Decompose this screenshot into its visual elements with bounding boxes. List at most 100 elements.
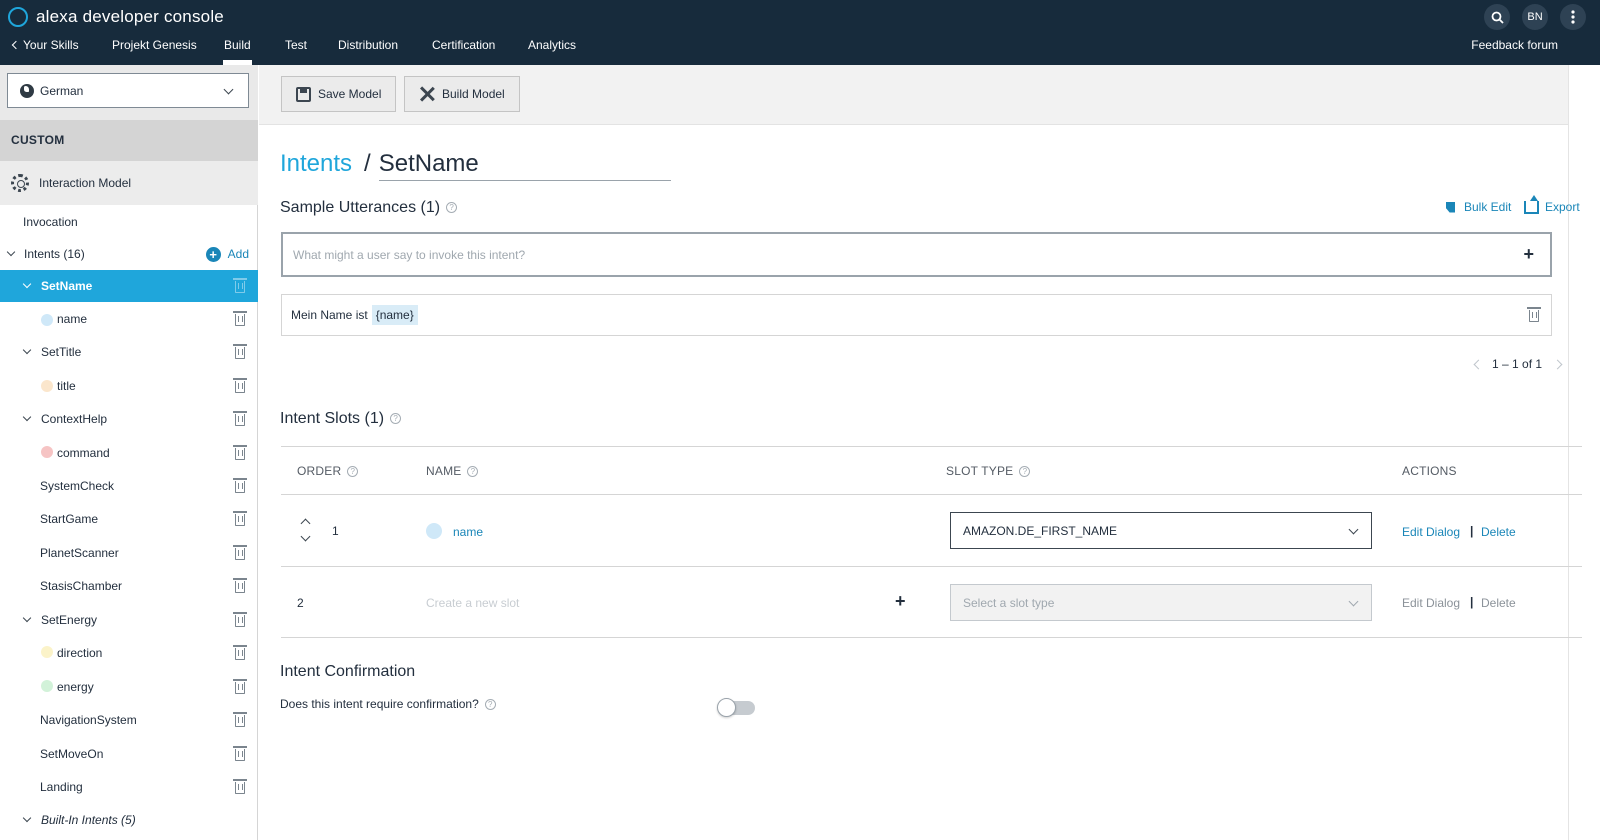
brand[interactable]: alexa developer console xyxy=(8,5,224,29)
chevron-left-icon[interactable] xyxy=(1473,359,1484,369)
trash-icon[interactable] xyxy=(233,378,247,393)
create-slot-input[interactable]: Create a new slot xyxy=(426,596,519,610)
tab-projekt-genesis[interactable]: Projekt Genesis xyxy=(112,38,197,52)
chevron-down-icon xyxy=(22,345,32,355)
slot-name-link[interactable]: name xyxy=(453,525,483,539)
utterance-input[interactable]: What might a user say to invoke this int… xyxy=(281,232,1552,277)
sidebar-intent-systemcheck[interactable]: SystemCheck xyxy=(0,470,258,502)
intent-slots-title: Intent Slots (1)? xyxy=(280,410,402,428)
sidebar-slot-name[interactable]: name xyxy=(0,303,258,335)
sidebar-item-interaction-model[interactable]: Interaction Model xyxy=(0,161,258,205)
trash-icon[interactable] xyxy=(233,445,247,460)
save-model-button[interactable]: Save Model xyxy=(281,76,397,112)
sidebar-intent-setname[interactable]: SetName xyxy=(0,270,258,302)
tab-certification[interactable]: Certification xyxy=(432,38,495,52)
delete-link[interactable]: Delete xyxy=(1481,525,1516,539)
sidebar-intent-settitle[interactable]: SetTitle xyxy=(0,336,258,368)
avatar[interactable]: BN xyxy=(1522,4,1548,30)
action-separator: | xyxy=(1470,524,1474,538)
sidebar-slot-direction[interactable]: direction xyxy=(0,637,258,669)
help-icon[interactable]: ? xyxy=(446,202,458,214)
tab-test[interactable]: Test xyxy=(285,38,307,52)
intent-confirmation-title: Intent Confirmation xyxy=(280,663,416,680)
trash-icon[interactable] xyxy=(233,679,247,694)
trash-icon[interactable] xyxy=(233,746,247,761)
bulk-edit-button[interactable]: Bulk Edit xyxy=(1446,200,1511,214)
language-select[interactable]: German xyxy=(7,73,249,108)
sidebar-item-invocation[interactable]: Invocation xyxy=(0,206,258,238)
breadcrumb-intents-link[interactable]: Intents xyxy=(280,150,352,178)
trash-icon[interactable] xyxy=(233,311,247,326)
add-intent-button[interactable]: + Add xyxy=(205,246,249,262)
sidebar-slot-command[interactable]: command xyxy=(0,437,258,469)
nav-back-your-skills[interactable]: Your Skills xyxy=(11,38,79,52)
globe-icon xyxy=(20,83,34,98)
sidebar-item-intents[interactable]: Intents (16) + Add xyxy=(0,238,258,270)
add-slot-plus-icon[interactable]: + xyxy=(895,591,906,612)
sidebar-intent-contexthelp[interactable]: ContextHelp xyxy=(0,403,258,435)
bulk-edit-label: Bulk Edit xyxy=(1464,200,1512,214)
chevron-right-icon[interactable] xyxy=(1552,359,1563,369)
help-icon[interactable]: ? xyxy=(390,413,402,425)
help-icon[interactable]: ? xyxy=(484,699,496,711)
builtin-intents-label: Built-In Intents (5) xyxy=(41,813,136,827)
trash-icon[interactable] xyxy=(1527,307,1541,322)
trash-icon[interactable] xyxy=(233,578,247,593)
invocation-label: Invocation xyxy=(23,215,78,229)
edit-dialog-link[interactable]: Edit Dialog xyxy=(1402,525,1460,539)
sidebar-intent-stasischamber[interactable]: StasisChamber xyxy=(0,570,258,602)
sidebar-intent-startgame[interactable]: StartGame xyxy=(0,503,258,535)
tab-build[interactable]: Build xyxy=(223,38,252,65)
search-button[interactable] xyxy=(1484,4,1510,30)
toggle-knob xyxy=(717,698,736,717)
delete-link[interactable]: Delete xyxy=(1481,596,1516,610)
action-separator: | xyxy=(1470,595,1474,609)
slot-type-select[interactable]: AMAZON.DE_FIRST_NAME xyxy=(950,512,1372,549)
sidebar-intent-planetscanner[interactable]: PlanetScanner xyxy=(0,537,258,569)
export-button[interactable]: Export xyxy=(1524,194,1580,214)
tab-distribution[interactable]: Distribution xyxy=(338,38,398,52)
slot-color-dot-icon xyxy=(41,314,53,326)
sidebar: German CUSTOM Interaction Model Invocati… xyxy=(0,65,258,840)
trash-icon[interactable] xyxy=(233,645,247,660)
trash-icon[interactable] xyxy=(233,712,247,727)
utterance-row[interactable]: Mein Name ist {name} xyxy=(281,294,1552,336)
help-icon[interactable]: ? xyxy=(467,466,479,478)
confirmation-toggle[interactable] xyxy=(717,698,755,717)
slot-color-dot-icon xyxy=(41,446,53,458)
page-scrollbar[interactable] xyxy=(1568,65,1600,840)
trash-icon[interactable] xyxy=(233,779,247,794)
trash-icon[interactable] xyxy=(233,612,247,627)
sidebar-intent-setmoveon[interactable]: SetMoveOn xyxy=(0,738,258,770)
help-icon[interactable]: ? xyxy=(1019,466,1031,478)
slot-type-select[interactable]: Select a slot type xyxy=(950,584,1372,621)
sidebar-builtin-intents[interactable]: Built-In Intents (5) xyxy=(0,804,258,836)
trash-icon[interactable] xyxy=(233,511,247,526)
trash-icon[interactable] xyxy=(233,545,247,560)
more-menu-button[interactable] xyxy=(1560,4,1586,30)
tab-analytics[interactable]: Analytics xyxy=(528,38,576,52)
move-up-icon[interactable] xyxy=(300,518,311,529)
column-header-name: NAME? xyxy=(426,464,479,478)
sidebar-intent-setenergy[interactable]: SetEnergy xyxy=(0,604,258,636)
slot-label: command xyxy=(57,446,110,460)
intent-name-field[interactable]: SetName xyxy=(378,150,671,181)
trash-icon[interactable] xyxy=(233,411,247,426)
sidebar-intent-navigationsystem[interactable]: NavigationSystem xyxy=(0,704,258,736)
add-utterance-plus-icon[interactable]: + xyxy=(1523,244,1534,265)
trash-icon[interactable] xyxy=(233,278,247,293)
move-down-icon[interactable] xyxy=(300,531,311,542)
utterance-slot-chip[interactable]: {name} xyxy=(371,305,418,325)
edit-dialog-link[interactable]: Edit Dialog xyxy=(1402,596,1460,610)
feedback-forum-link[interactable]: Feedback forum xyxy=(1471,38,1558,52)
trash-icon[interactable] xyxy=(233,344,247,359)
sidebar-intent-landing[interactable]: Landing xyxy=(0,771,258,803)
sidebar-slot-title[interactable]: title xyxy=(0,370,258,402)
chevron-down-icon xyxy=(22,813,32,823)
pager-text: 1 – 1 of 1 xyxy=(1492,357,1543,371)
trash-icon[interactable] xyxy=(233,478,247,493)
help-icon[interactable]: ? xyxy=(347,466,359,478)
build-model-button[interactable]: Build Model xyxy=(404,76,520,112)
slot-color-dot-icon xyxy=(41,646,53,658)
sidebar-slot-energy[interactable]: energy xyxy=(0,671,258,703)
